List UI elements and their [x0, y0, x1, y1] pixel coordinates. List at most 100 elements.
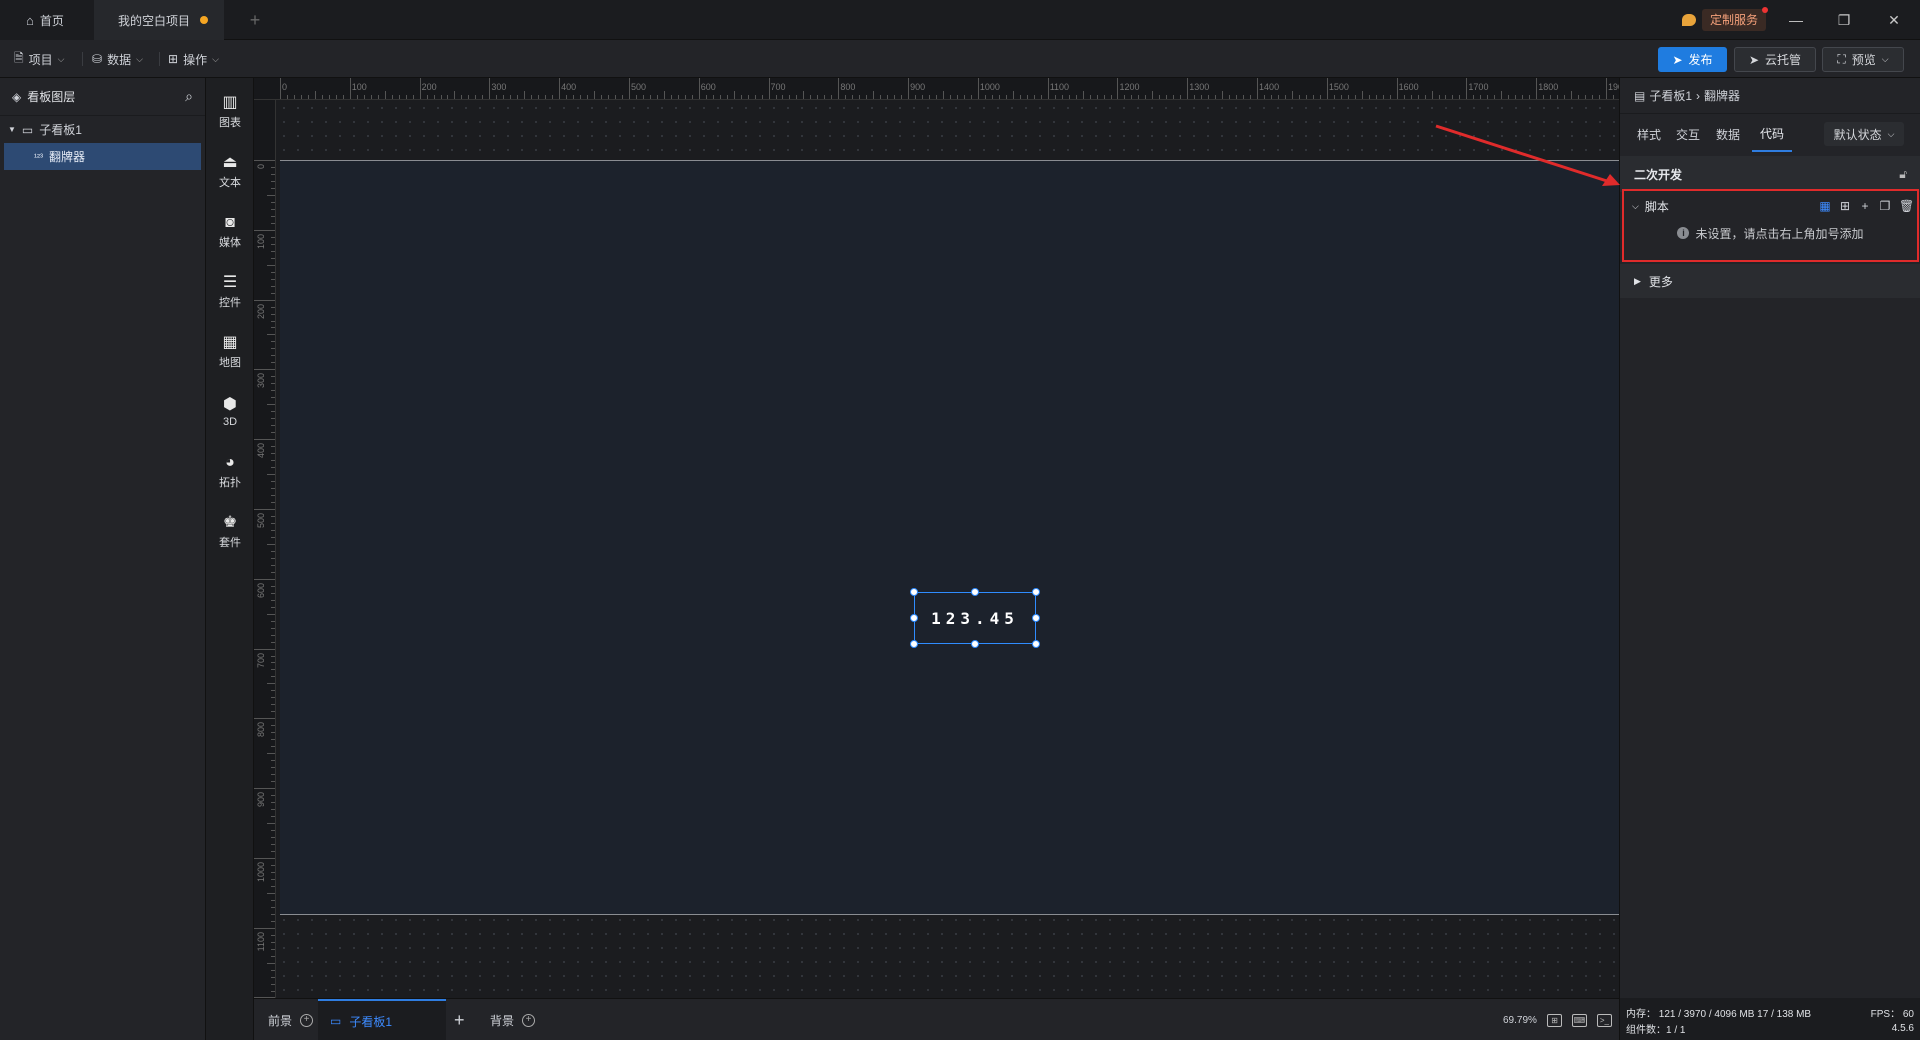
tab-board[interactable]: ▭ 子看板1 [318, 999, 446, 1040]
menu-data[interactable]: ⛁ 数据 ⌵ [92, 48, 143, 70]
terminal-icon[interactable]: >_ [1596, 1013, 1612, 1027]
ruler-tick [254, 718, 275, 720]
script-empty-hint: i 未设置，请点击右上角加号添加 [1624, 221, 1917, 245]
add-board-button[interactable]: + [454, 999, 465, 1040]
cloud-hosting-label: 云托管 [1765, 53, 1802, 67]
ruler-tick [1173, 95, 1175, 99]
resize-handle[interactable] [910, 588, 918, 596]
resize-handle[interactable] [1032, 614, 1040, 622]
search-icon[interactable]: ⌕ [185, 88, 193, 105]
chevron-down-icon: ⌵ [136, 53, 143, 64]
component-cube[interactable]: ⬢ 3D [206, 386, 254, 438]
ruler-tick [271, 641, 275, 643]
breadcrumb-parent[interactable]: 子看板1 [1649, 87, 1692, 104]
tab-background[interactable]: 背景 + [490, 999, 536, 1040]
ruler-tick [775, 95, 777, 99]
state-select[interactable]: 默认状态 ⌵ [1824, 122, 1904, 146]
restore-button[interactable]: ❐ [1820, 0, 1868, 40]
screen-area[interactable]: 123.45 [280, 160, 1619, 915]
ruler-tick [271, 829, 275, 831]
plus-icon[interactable]: + [1859, 200, 1871, 212]
component-control[interactable]: ☰ 控件 [206, 266, 254, 318]
minimize-button[interactable]: — [1772, 0, 1820, 40]
ruler-tick [1417, 95, 1419, 99]
component-kit[interactable]: ♚ 套件 [206, 506, 254, 558]
component-chart[interactable]: ▥ 图表 [206, 86, 254, 138]
layout-icon[interactable]: ▦ [1819, 200, 1831, 212]
ruler-tick [1305, 95, 1307, 99]
ruler-x-label: 100 [351, 82, 367, 92]
layer-flipper[interactable]: ¹²³ 翻牌器 [4, 143, 201, 170]
lock-icon[interactable]: 🔓︎ [1899, 167, 1907, 182]
section-more[interactable]: ▶ 更多 [1620, 264, 1920, 298]
ruler-tick [335, 95, 337, 99]
custom-service-button[interactable]: 定制服务 [1682, 7, 1769, 32]
ruler-tick [342, 95, 344, 99]
resize-handle[interactable] [910, 614, 918, 622]
resize-handle[interactable] [971, 588, 979, 596]
ruler-tick [271, 418, 275, 420]
tab-interaction[interactable]: 交互 [1676, 116, 1700, 152]
component-topology[interactable]: ◕ 拓扑 [206, 446, 254, 498]
section-secondary-dev[interactable]: 二次开发 🔓︎ [1620, 156, 1920, 192]
ruler-tick [271, 222, 275, 224]
tab-foreground[interactable]: 前景 + [264, 999, 317, 1040]
ruler-tick [1243, 95, 1245, 99]
zoom-level[interactable]: 69.79% [1503, 1015, 1537, 1026]
script-header[interactable]: ⌵ 脚本 ▦ ⊞ + ❐ 🗑︎ [1624, 191, 1917, 221]
ruler-tick [1271, 95, 1273, 99]
ruler-tick [1145, 95, 1147, 99]
cloud-hosting-button[interactable]: ➤ 云托管 [1734, 47, 1816, 72]
ruler-tick [1222, 91, 1224, 99]
ruler-tick [254, 369, 275, 371]
tab-background-label: 背景 [490, 1013, 515, 1028]
ruler-tick [824, 95, 826, 99]
resize-handle[interactable] [1032, 588, 1040, 596]
ruler-tick [1585, 95, 1587, 99]
tab-code[interactable]: 代码 [1752, 116, 1792, 152]
custom-service-label: 定制服务 [1702, 7, 1769, 31]
add-tab-button[interactable]: + [244, 0, 266, 40]
preview-button[interactable]: ⛶ 预览 ⌵ [1822, 47, 1904, 72]
component-text[interactable]: ⏏ 文本 [206, 146, 254, 198]
ruler-tick [271, 620, 275, 622]
trash-icon[interactable]: 🗑︎ [1899, 200, 1914, 212]
chevron-down-icon[interactable]: ⌵ [1882, 54, 1889, 65]
caret-down-icon[interactable]: ▼ [8, 125, 16, 134]
add-circle-icon[interactable]: + [300, 1013, 314, 1027]
resize-handle[interactable] [910, 640, 918, 648]
ruler-tick [271, 941, 275, 943]
resize-handle[interactable] [1032, 640, 1040, 648]
close-button[interactable]: ✕ [1870, 0, 1918, 40]
flipper-widget[interactable]: 123.45 [910, 588, 1040, 648]
tab-style[interactable]: 样式 [1637, 116, 1661, 152]
publish-button[interactable]: ➤ 发布 [1658, 47, 1727, 72]
tab-home[interactable]: ⌂ 首页 [0, 0, 94, 40]
fit-screen-icon[interactable]: ⊞ [1546, 1013, 1562, 1027]
chevron-down-icon[interactable]: ⌵ [1632, 201, 1639, 212]
ruler-tick [1326, 78, 1328, 99]
layer-board[interactable]: ▼ ▭ 子看板1 [0, 116, 205, 143]
menu-project[interactable]: 🗎 项目 ⌵ [14, 48, 65, 70]
ruler-tick [271, 187, 275, 189]
ruler-tick [1040, 95, 1042, 99]
keyboard-icon[interactable]: ⌨ [1571, 1013, 1587, 1027]
ruler-tick [271, 529, 275, 531]
component-map[interactable]: ▦ 地图 [206, 326, 254, 378]
chat-icon [1682, 14, 1696, 26]
ruler-tick [300, 95, 302, 99]
canvas-area[interactable]: 123.45 0 100 200 300 400 500 600 700 800 900 1000 1… [254, 78, 1619, 998]
resize-handle[interactable] [971, 640, 979, 648]
property-tabs: 样式 交互 数据 代码 默认状态 ⌵ [1620, 116, 1920, 152]
tab-data[interactable]: 数据 [1716, 116, 1740, 152]
table-icon[interactable]: ⊞ [1839, 200, 1851, 212]
ruler-tick [271, 425, 275, 427]
component-media[interactable]: ◙ 媒体 [206, 206, 254, 258]
menu-operation[interactable]: ⊞ 操作 ⌵ [168, 48, 219, 70]
tab-project[interactable]: 我的空白项目 [94, 0, 224, 40]
ruler-tick [1438, 95, 1440, 99]
copy-icon[interactable]: ❐ [1879, 200, 1891, 212]
ruler-tick [271, 327, 275, 329]
add-circle-icon[interactable]: + [522, 1013, 536, 1027]
ruler-tick [1508, 95, 1510, 99]
